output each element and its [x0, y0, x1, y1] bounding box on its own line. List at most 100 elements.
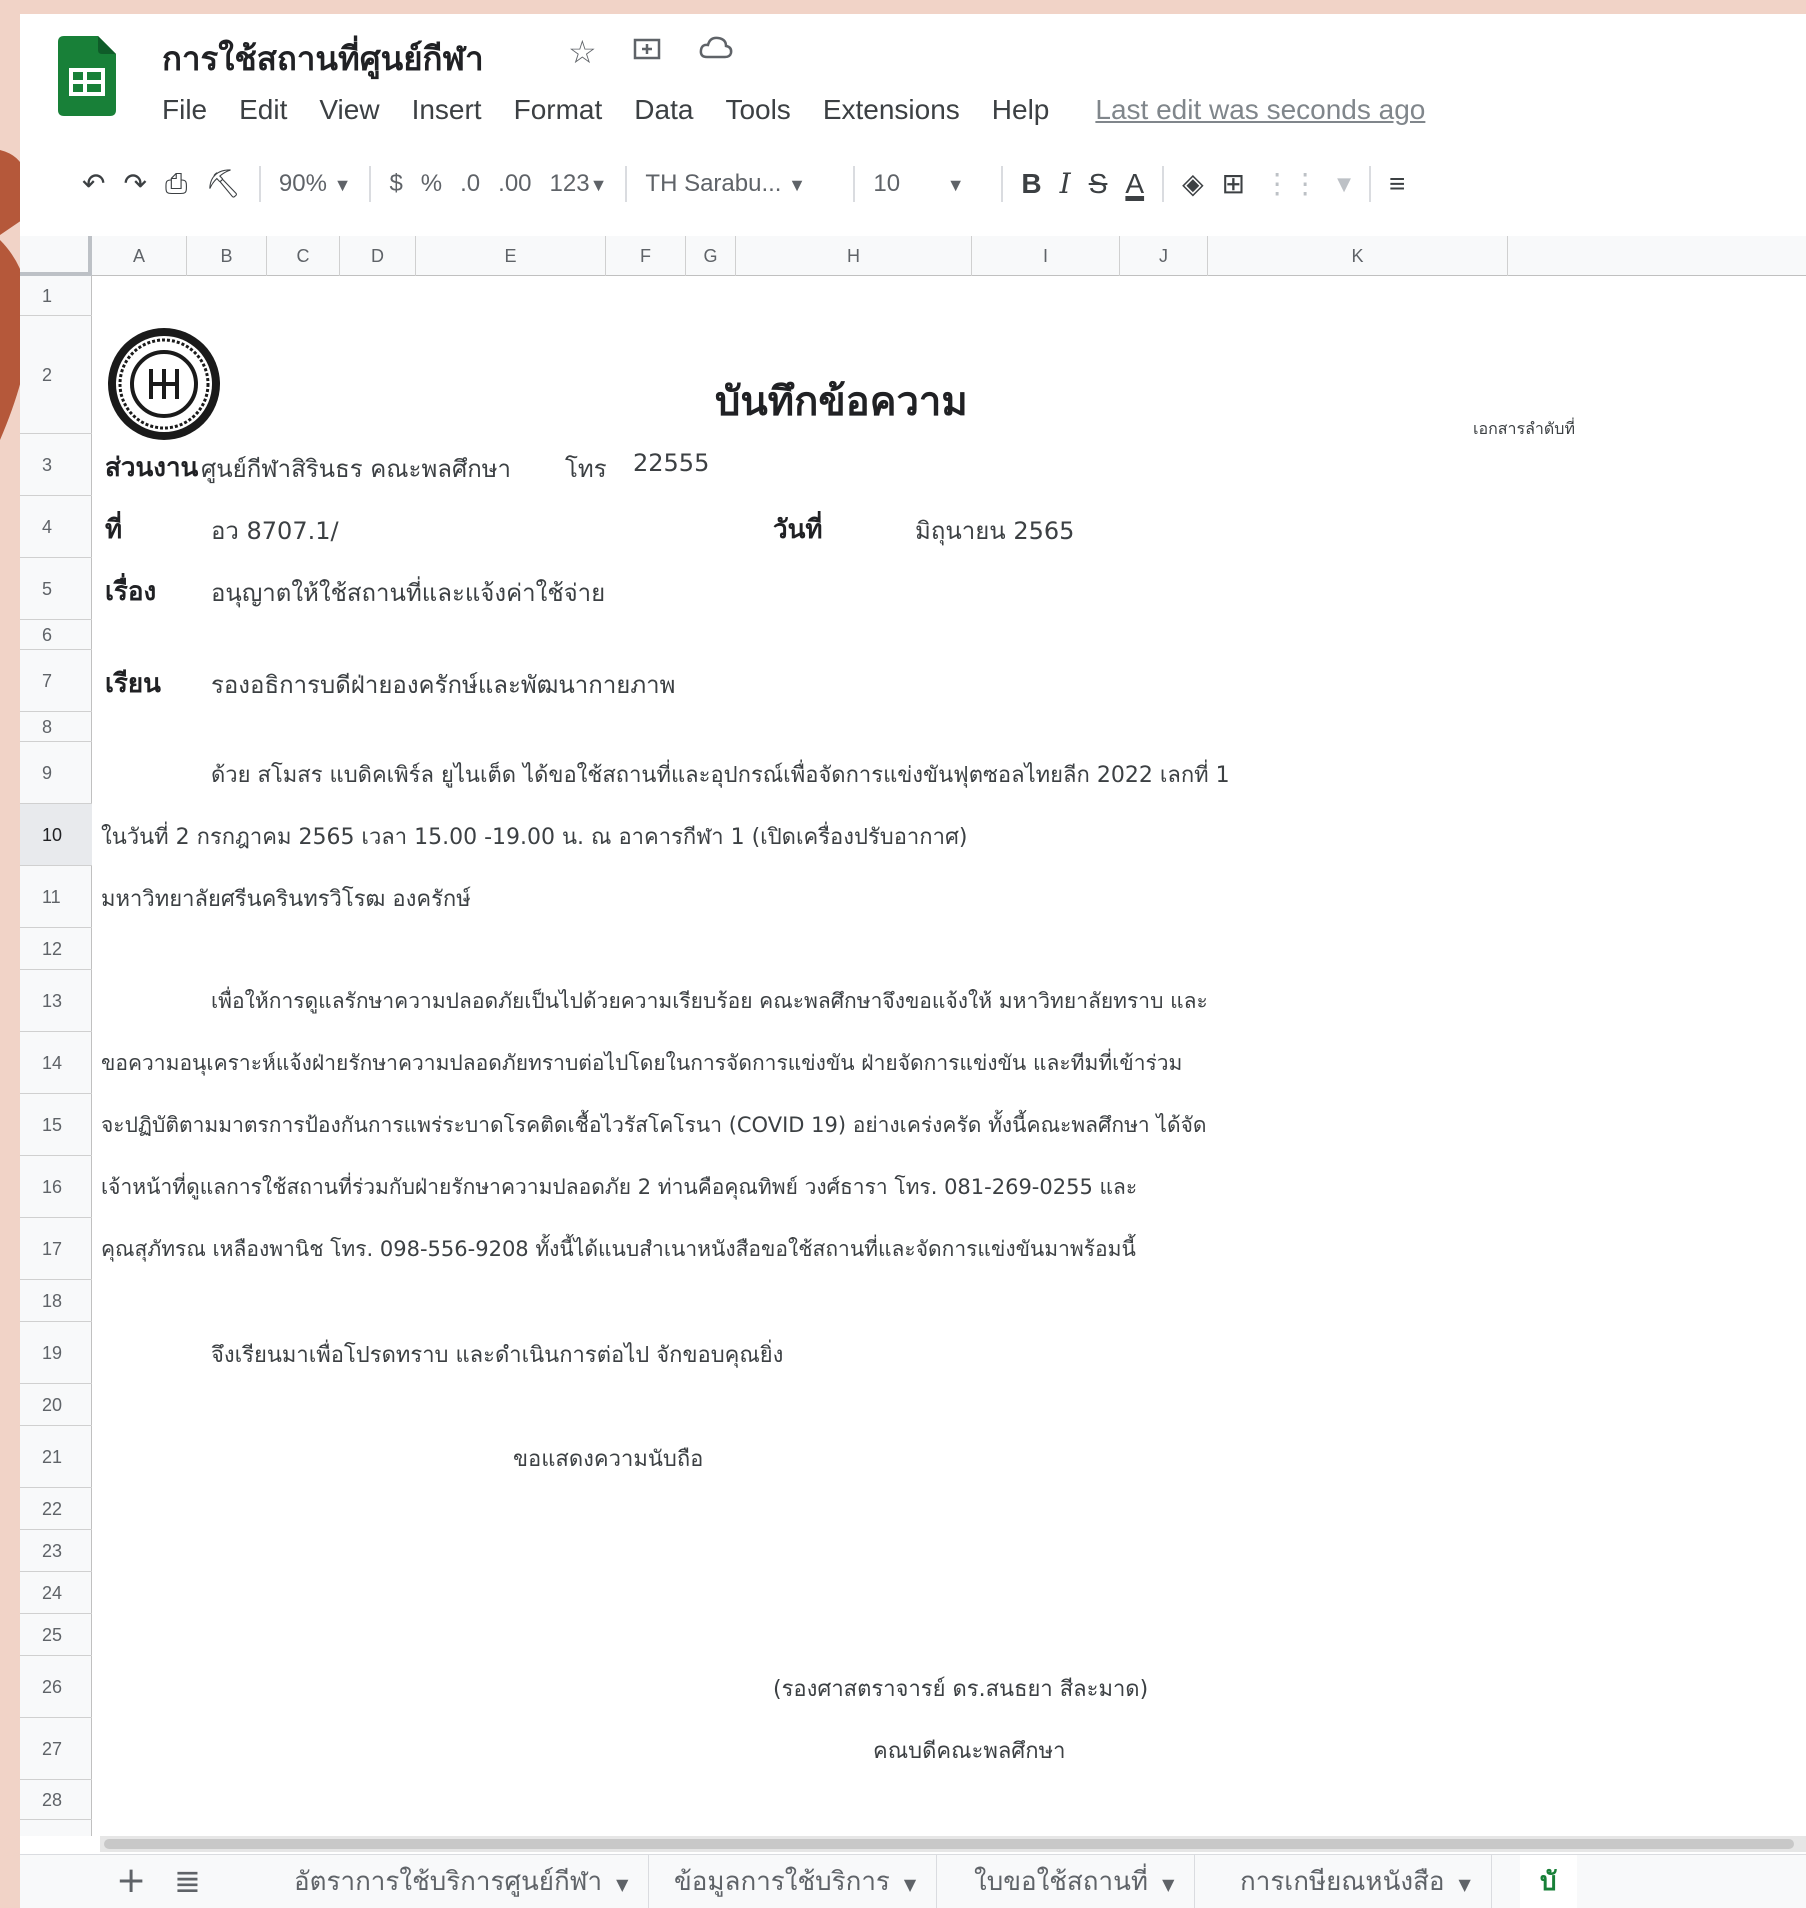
sheet-tab-active[interactable]: บั	[1520, 1855, 1577, 1908]
row-header[interactable]: 2	[20, 316, 92, 434]
row-header[interactable]: 14	[20, 1032, 92, 1094]
row-header[interactable]: 1	[20, 276, 92, 316]
sheet-tab-label: ข้อมูลการใช้บริการ	[674, 1867, 890, 1897]
column-headers: A B C D E F G H I J K	[92, 236, 1806, 276]
date-label: วันที่	[773, 515, 823, 545]
horizontal-scrollbar[interactable]	[100, 1836, 1806, 1852]
toolbar-divider	[1001, 166, 1004, 202]
font-size-select[interactable]: 10 ▼	[873, 156, 983, 212]
row-header[interactable]: 22	[20, 1488, 92, 1530]
paint-format-icon[interactable]: ⛏	[205, 156, 241, 212]
column-header-f[interactable]: F	[606, 236, 686, 276]
sheet-tab-label: ใบขอใช้สถานที่	[974, 1867, 1149, 1897]
cloud-status-icon[interactable]	[698, 32, 734, 72]
row-header[interactable]: 15	[20, 1094, 92, 1156]
bold-button[interactable]: B	[1021, 156, 1041, 212]
row-header[interactable]: 28	[20, 1780, 92, 1820]
column-header-j[interactable]: J	[1120, 236, 1208, 276]
row-header[interactable]: 16	[20, 1156, 92, 1218]
menu-view[interactable]: View	[319, 94, 379, 126]
menu-format[interactable]: Format	[514, 94, 603, 126]
row-header[interactable]: 21	[20, 1426, 92, 1488]
column-header-b[interactable]: B	[187, 236, 267, 276]
column-header-h[interactable]: H	[736, 236, 972, 276]
sheet-tab[interactable]: อัตราการใช้บริการศูนย์กีฬา ▼	[274, 1855, 650, 1908]
row-header[interactable]: 13	[20, 970, 92, 1032]
menu-file[interactable]: File	[162, 94, 207, 126]
row-header[interactable]: 23	[20, 1530, 92, 1572]
text-color-button[interactable]: A	[1125, 156, 1144, 212]
sheet-tab[interactable]: ใบขอใช้สถานที่ ▼	[954, 1855, 1196, 1908]
decrease-decimal-button[interactable]: .0	[460, 156, 480, 212]
row-header[interactable]: 26	[20, 1656, 92, 1718]
menu-edit[interactable]: Edit	[239, 94, 287, 126]
row-header[interactable]: 7	[20, 650, 92, 712]
document-title[interactable]: การใช้สถานที่ศูนย์กีฬา	[162, 32, 484, 85]
column-header-g[interactable]: G	[686, 236, 736, 276]
row-header[interactable]: 17	[20, 1218, 92, 1280]
menu-tools[interactable]: Tools	[725, 94, 790, 126]
menu-insert[interactable]: Insert	[412, 94, 482, 126]
row-header[interactable]: 8	[20, 712, 92, 742]
move-folder-icon[interactable]	[632, 32, 662, 72]
column-header-c[interactable]: C	[267, 236, 340, 276]
row-header[interactable]: 20	[20, 1384, 92, 1426]
menu-data[interactable]: Data	[634, 94, 693, 126]
borders-icon[interactable]: ⊞	[1222, 156, 1245, 212]
font-select[interactable]: TH Sarabu... ▼	[645, 156, 835, 212]
percent-format-button[interactable]: %	[421, 156, 442, 212]
row-header[interactable]: 19	[20, 1322, 92, 1384]
column-header-i[interactable]: I	[972, 236, 1120, 276]
add-sheet-icon[interactable]: +	[116, 1859, 146, 1903]
row-header[interactable]: 6	[20, 620, 92, 650]
column-header-k[interactable]: K	[1208, 236, 1508, 276]
column-header-d[interactable]: D	[340, 236, 416, 276]
all-sheets-icon[interactable]: ≣	[174, 1859, 201, 1903]
last-edit-link[interactable]: Last edit was seconds ago	[1095, 94, 1425, 126]
paragraph-line: จะปฏิบัติตามมาตรการป้องกันการแพร่ระบาดโร…	[101, 1113, 1207, 1137]
menu-extensions[interactable]: Extensions	[823, 94, 960, 126]
strikethrough-button[interactable]: S	[1089, 156, 1108, 212]
menu-help[interactable]: Help	[992, 94, 1050, 126]
sheet-tab[interactable]: การเกษียณหนังสือ ▼	[1220, 1855, 1492, 1908]
sheets-logo-icon[interactable]	[58, 36, 116, 116]
row-header[interactable]: 25	[20, 1614, 92, 1656]
row-header[interactable]: 11	[20, 866, 92, 928]
row-header[interactable]: 4	[20, 496, 92, 558]
scrollbar-thumb[interactable]	[104, 1839, 1794, 1849]
star-icon[interactable]: ☆	[568, 32, 597, 72]
redo-icon[interactable]: ↷	[123, 156, 146, 212]
paragraph-line: ขอความอนุเคราะห์แจ้งฝ่ายรักษาความปลอดภัย…	[101, 1051, 1183, 1075]
column-header-a[interactable]: A	[92, 236, 187, 276]
recipient-label: เรียน	[105, 669, 161, 699]
zoom-select[interactable]: 90% ▼	[279, 156, 352, 212]
sheet-tab[interactable]: ข้อมูลการใช้บริการ ▼	[654, 1855, 938, 1908]
print-icon[interactable]: ⎙	[165, 156, 187, 212]
row-header[interactable]: 9	[20, 742, 92, 804]
more-formats-button[interactable]: 123▼	[550, 156, 608, 212]
currency-format-button[interactable]: $	[389, 156, 402, 212]
undo-icon[interactable]: ↶	[82, 156, 105, 212]
select-all-corner[interactable]	[20, 236, 92, 276]
increase-decimal-button[interactable]: .00	[498, 156, 531, 212]
sheet-grid[interactable]: บันทึกข้อความ เอกสารลำดับที่ ส่วนงาน ศูน…	[93, 277, 1806, 1836]
row-header[interactable]: 27	[20, 1718, 92, 1780]
row-header[interactable]: 12	[20, 928, 92, 970]
row-header[interactable]: 3	[20, 434, 92, 496]
row-header-selected[interactable]: 10	[20, 804, 92, 866]
subject-value: อนุญาตให้ใช้สถานที่และแจ้งค่าใช้จ่าย	[211, 579, 606, 607]
row-header[interactable]: 24	[20, 1572, 92, 1614]
column-header-e[interactable]: E	[416, 236, 606, 276]
chevron-down-icon: ▼	[1458, 1875, 1471, 1894]
subject-label: เรื่อง	[105, 577, 157, 607]
sheet-tab-bar: + ≣ อัตราการใช้บริการศูนย์กีฬา ▼ ข้อมูลกา…	[20, 1854, 1806, 1908]
chevron-down-icon: ▼	[589, 175, 608, 195]
row-header[interactable]: 18	[20, 1280, 92, 1322]
chevron-down-icon[interactable]: ▼	[1337, 174, 1351, 195]
italic-button[interactable]: I	[1060, 156, 1071, 212]
merge-cells-icon[interactable]: ⋮⋮	[1263, 156, 1319, 212]
align-icon[interactable]: ≡	[1389, 156, 1405, 212]
chevron-down-icon: ▼	[1162, 1875, 1175, 1894]
fill-color-icon[interactable]: ◈	[1182, 156, 1204, 212]
row-header[interactable]: 5	[20, 558, 92, 620]
